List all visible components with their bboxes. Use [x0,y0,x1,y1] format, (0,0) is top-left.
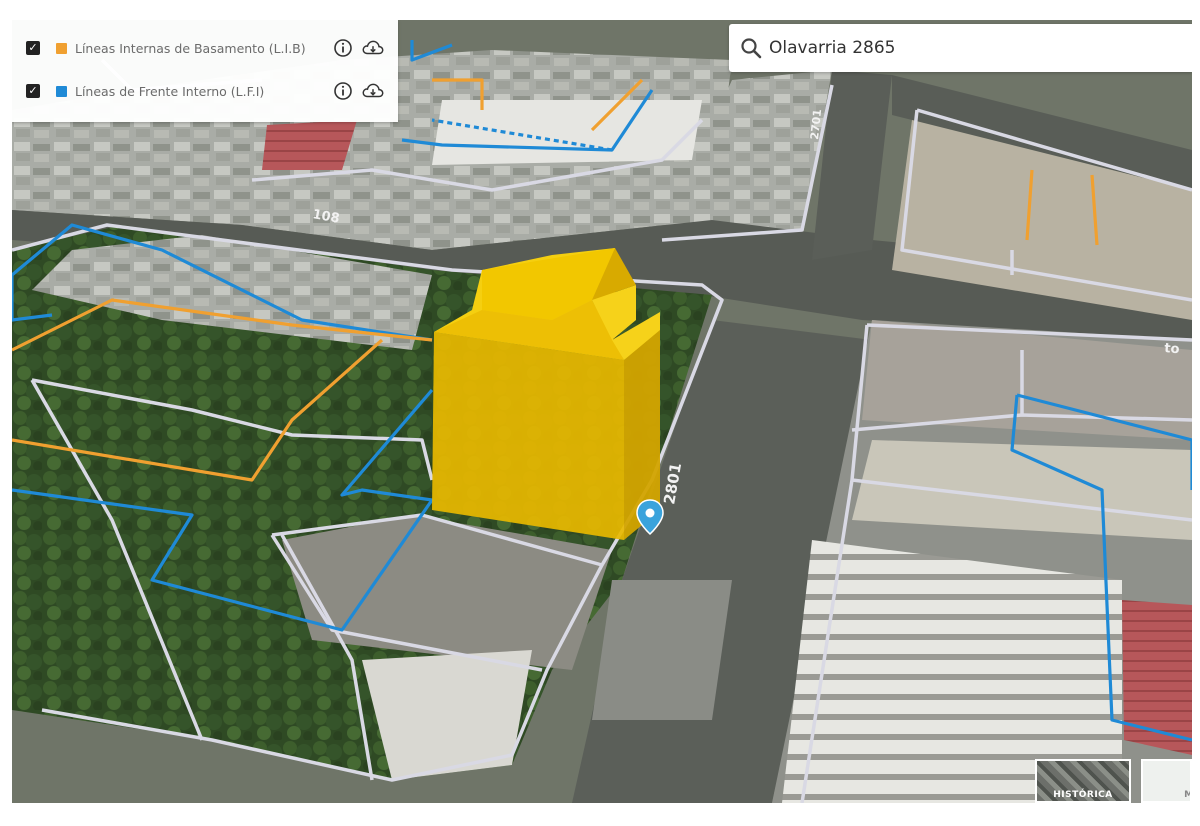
address-search-input[interactable] [769,32,1179,64]
street-number-label: to [1164,341,1180,357]
lfi-checkbox[interactable]: ✓ [26,84,40,98]
layers-panel: ✓ Líneas Internas de Basamento (L.I.B) ✓… [12,20,398,122]
map-viewport[interactable]: 108 2801 2701 to ✓ Líneas Internas de Ba… [12,20,1192,803]
basemap-historica-label: HISTÓRICA [1053,790,1113,800]
basemap-historica-thumb[interactable]: HISTÓRICA [1035,759,1131,803]
roof-white-top [432,100,702,165]
aerial-map[interactable]: 108 2801 2701 to [12,20,1192,803]
lib-checkbox[interactable]: ✓ [26,41,40,55]
address-search-box [729,24,1192,72]
basemap-mapa-thumb[interactable]: MA [1141,759,1192,803]
basemap-mapa-label: MA [1184,790,1190,800]
roofs-lower-left [362,650,532,780]
cloud-download-icon[interactable] [362,37,384,59]
building-front [432,332,624,540]
layer-row-lib: ✓ Líneas Internas de Basamento (L.I.B) [12,28,398,68]
lfi-layer-label: Líneas de Frente Interno (L.F.I) [75,83,265,99]
roof-red-top [262,120,357,170]
layer-row-lfi: ✓ Líneas de Frente Interno (L.F.I) [12,71,398,111]
lib-layer-label: Líneas Internas de Basamento (L.I.B) [75,40,306,56]
info-icon[interactable] [332,37,354,59]
map-page: 108 2801 2701 to ✓ Líneas Internas de Ba… [0,0,1200,826]
parking [592,580,732,720]
cloud-download-icon[interactable] [362,80,384,102]
info-icon[interactable] [332,80,354,102]
lib-color-swatch [56,42,67,54]
search-icon[interactable] [739,36,763,60]
lfi-color-swatch [56,85,67,97]
